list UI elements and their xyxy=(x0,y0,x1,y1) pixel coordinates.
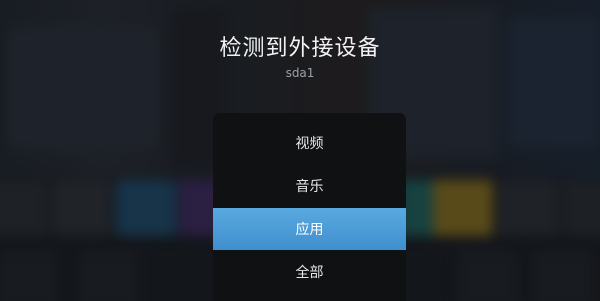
menu-item-apps[interactable]: 应用 xyxy=(213,208,406,250)
menu-item-label: 音乐 xyxy=(295,179,324,195)
menu-item-all[interactable]: 全部 xyxy=(213,251,406,293)
menu-item-label: 视频 xyxy=(295,136,324,152)
device-name: sda1 xyxy=(285,66,315,80)
menu-item-video[interactable]: 视频 xyxy=(213,122,406,164)
menu-item-label: 全部 xyxy=(295,265,324,281)
menu-item-label: 应用 xyxy=(295,222,324,238)
open-with-menu: 视频 音乐 应用 全部 xyxy=(213,113,406,301)
usb-device-detected-screen: 检测到外接设备 sda1 视频 音乐 应用 全部 xyxy=(0,0,600,301)
dialog-title: 检测到外接设备 xyxy=(219,36,381,61)
menu-item-music[interactable]: 音乐 xyxy=(213,165,406,207)
